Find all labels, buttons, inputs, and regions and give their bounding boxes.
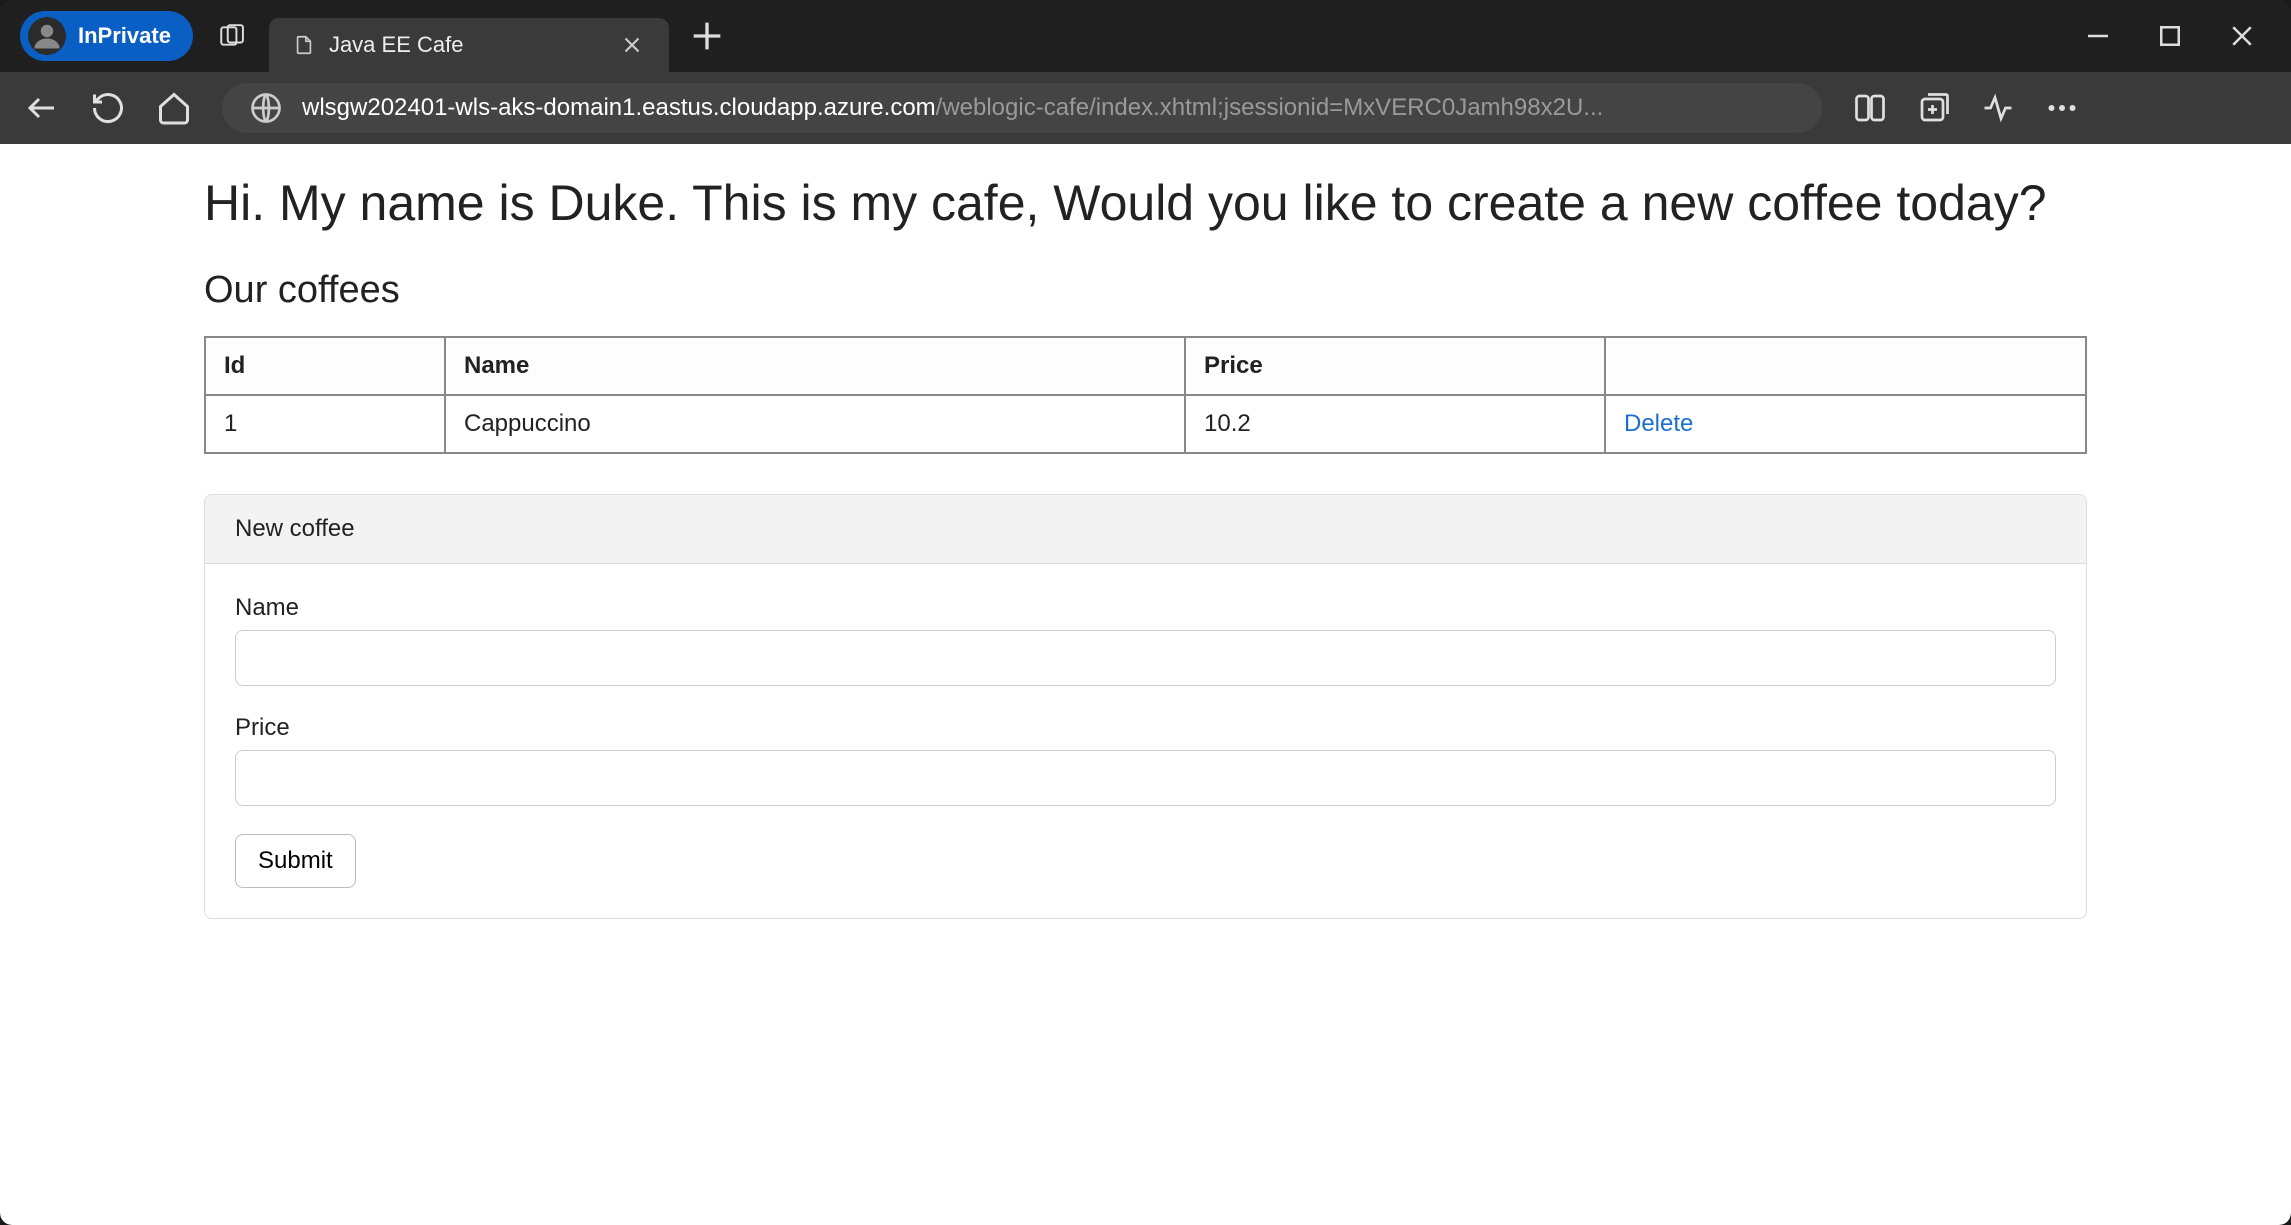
- cell-id: 1: [205, 395, 445, 453]
- home-button[interactable]: [156, 90, 192, 126]
- cell-price: 10.2: [1185, 395, 1605, 453]
- panel-title: New coffee: [205, 495, 2086, 564]
- performance-icon[interactable]: [1980, 90, 2016, 126]
- page-subheading: Our coffees: [204, 269, 2087, 312]
- submit-button[interactable]: Submit: [235, 834, 356, 888]
- tab-title: Java EE Cafe: [329, 32, 605, 58]
- window-controls: [2083, 21, 2271, 51]
- browser-window: InPrivate Java EE Cafe: [0, 0, 2291, 1225]
- more-menu-icon[interactable]: [2044, 90, 2080, 126]
- profile-avatar-icon: [28, 17, 66, 55]
- name-label: Name: [235, 594, 2056, 622]
- table-row: 1 Cappuccino 10.2 Delete: [205, 395, 2086, 453]
- refresh-button[interactable]: [90, 90, 126, 126]
- maximize-button[interactable]: [2155, 21, 2185, 51]
- toolbar-right-icons: [1852, 90, 2080, 126]
- url-text: wlsgw202401-wls-aks-domain1.eastus.cloud…: [302, 94, 1603, 122]
- page-heading: Hi. My name is Duke. This is my cafe, Wo…: [204, 172, 2087, 235]
- inprivate-label: InPrivate: [78, 23, 171, 49]
- col-header-price: Price: [1185, 337, 1605, 395]
- new-coffee-panel: New coffee Name Price Submit: [204, 494, 2087, 919]
- minimize-button[interactable]: [2083, 21, 2113, 51]
- split-screen-icon[interactable]: [1852, 90, 1888, 126]
- back-button[interactable]: [24, 90, 60, 126]
- coffees-table: Id Name Price 1 Cappuccino 10.2 Delete: [204, 336, 2087, 454]
- col-header-id: Id: [205, 337, 445, 395]
- collections-icon[interactable]: [1916, 90, 1952, 126]
- col-header-name: Name: [445, 337, 1185, 395]
- url-path: /weblogic-cafe/index.xhtml;jsessionid=Mx…: [936, 94, 1604, 121]
- close-window-button[interactable]: [2227, 21, 2257, 51]
- tab-actions-icon[interactable]: [211, 16, 251, 56]
- url-host: wlsgw202401-wls-aks-domain1.eastus.cloud…: [302, 94, 936, 121]
- toolbar: wlsgw202401-wls-aks-domain1.eastus.cloud…: [0, 72, 2291, 144]
- price-label: Price: [235, 714, 2056, 742]
- cell-name: Cappuccino: [445, 395, 1185, 453]
- page-content: Hi. My name is Duke. This is my cafe, Wo…: [0, 144, 2291, 959]
- delete-link[interactable]: Delete: [1624, 410, 1693, 437]
- new-tab-button[interactable]: [687, 16, 727, 56]
- table-header-row: Id Name Price: [205, 337, 2086, 395]
- close-tab-button[interactable]: [619, 32, 645, 58]
- page-icon: [293, 34, 315, 56]
- tab-bar: InPrivate Java EE Cafe: [0, 0, 2291, 72]
- page-viewport[interactable]: Hi. My name is Duke. This is my cafe, Wo…: [0, 144, 2291, 1225]
- col-header-actions: [1605, 337, 2086, 395]
- site-info-icon[interactable]: [248, 90, 284, 126]
- price-input[interactable]: [235, 750, 2056, 806]
- name-input[interactable]: [235, 630, 2056, 686]
- address-bar[interactable]: wlsgw202401-wls-aks-domain1.eastus.cloud…: [222, 83, 1822, 133]
- browser-tab[interactable]: Java EE Cafe: [269, 18, 669, 72]
- inprivate-badge[interactable]: InPrivate: [20, 11, 193, 61]
